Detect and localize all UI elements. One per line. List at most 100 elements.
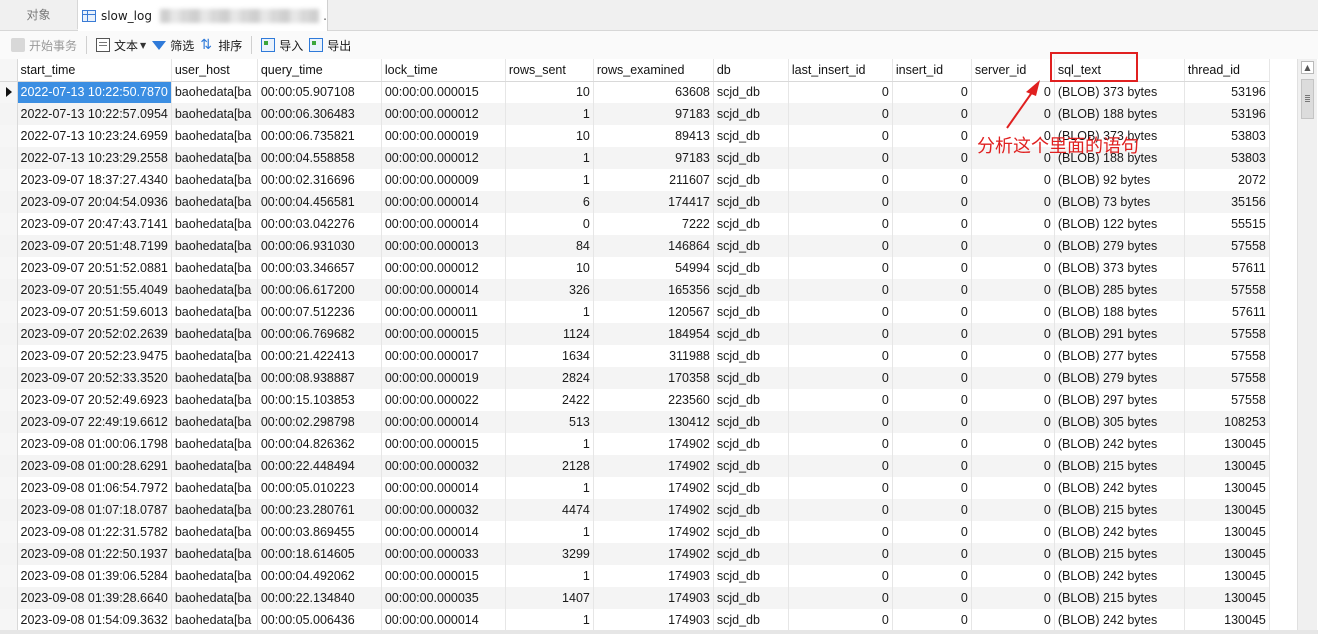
text-button[interactable]: 文本 ▼: [93, 34, 149, 56]
cell-insert-id[interactable]: 0: [892, 411, 972, 433]
row-indicator[interactable]: [0, 301, 18, 323]
table-row[interactable]: 2022-07-13 10:22:50.7870 baohedata[ba 00:0…: [0, 81, 1270, 103]
table-row[interactable]: 2023-09-08 01:00:28.6291 baohedata[ba 00:0…: [0, 455, 1270, 477]
cell-query-time[interactable]: 00:00:04.826362: [257, 433, 382, 455]
cell-lock-time[interactable]: 00:00:00.000012: [381, 257, 506, 279]
table-row[interactable]: 2023-09-07 20:51:55.4049 baohedata[ba 00:0…: [0, 279, 1270, 301]
cell-start-time[interactable]: 2023-09-08 01:06:54.7972: [17, 477, 172, 499]
cell-lock-time[interactable]: 00:00:00.000013: [381, 235, 506, 257]
cell-lock-time[interactable]: 00:00:00.000035: [381, 587, 506, 609]
cell-server-id[interactable]: 0: [971, 301, 1055, 323]
cell-insert-id[interactable]: 0: [892, 565, 972, 587]
cell-lock-time[interactable]: 00:00:00.000012: [381, 103, 506, 125]
cell-server-id[interactable]: 0: [971, 389, 1055, 411]
table-row[interactable]: 2023-09-07 20:47:43.7141 baohedata[ba 00:0…: [0, 213, 1270, 235]
cell-rows-examined[interactable]: 223560: [593, 389, 714, 411]
cell-lock-time[interactable]: 00:00:00.000012: [381, 147, 506, 169]
sort-button[interactable]: ⇅ 排序: [197, 34, 245, 56]
cell-rows-sent[interactable]: 1: [505, 565, 594, 587]
cell-lock-time[interactable]: 00:00:00.000011: [381, 301, 506, 323]
cell-thread-id[interactable]: 57558: [1184, 279, 1270, 301]
cell-last-insert-id[interactable]: 0: [788, 213, 893, 235]
cell-rows-examined[interactable]: 211607: [593, 169, 714, 191]
cell-last-insert-id[interactable]: 0: [788, 455, 893, 477]
cell-last-insert-id[interactable]: 0: [788, 169, 893, 191]
cell-lock-time[interactable]: 00:00:00.000032: [381, 499, 506, 521]
row-indicator[interactable]: [0, 235, 18, 257]
begin-transaction-button[interactable]: 开始事务: [8, 34, 80, 56]
cell-thread-id[interactable]: 35156: [1184, 191, 1270, 213]
column-header-db[interactable]: db: [713, 59, 789, 82]
cell-thread-id[interactable]: 57611: [1184, 301, 1270, 323]
cell-rows-examined[interactable]: 184954: [593, 323, 714, 345]
cell-insert-id[interactable]: 0: [892, 389, 972, 411]
cell-user-host[interactable]: baohedata[ba: [171, 81, 258, 103]
row-indicator[interactable]: [0, 587, 18, 609]
cell-last-insert-id[interactable]: 0: [788, 125, 893, 147]
cell-db[interactable]: scjd_db: [713, 455, 789, 477]
cell-sql-text[interactable]: (BLOB) 92 bytes: [1054, 169, 1185, 191]
cell-start-time[interactable]: 2023-09-08 01:07:18.0787: [17, 499, 172, 521]
cell-query-time[interactable]: 00:00:04.492062: [257, 565, 382, 587]
cell-rows-sent[interactable]: 1407: [505, 587, 594, 609]
cell-start-time[interactable]: 2023-09-07 20:04:54.0936: [17, 191, 172, 213]
cell-start-time[interactable]: 2023-09-08 01:22:31.5782: [17, 521, 172, 543]
cell-rows-sent[interactable]: 1: [505, 147, 594, 169]
cell-rows-examined[interactable]: 174902: [593, 521, 714, 543]
row-indicator[interactable]: [0, 499, 18, 521]
table-row[interactable]: 2023-09-07 20:51:59.6013 baohedata[ba 00:0…: [0, 301, 1270, 323]
cell-last-insert-id[interactable]: 0: [788, 147, 893, 169]
cell-query-time[interactable]: 00:00:02.316696: [257, 169, 382, 191]
scrollbar-thumb[interactable]: [1301, 79, 1314, 119]
cell-lock-time[interactable]: 00:00:00.000014: [381, 191, 506, 213]
cell-start-time[interactable]: 2023-09-07 20:52:33.3520: [17, 367, 172, 389]
cell-user-host[interactable]: baohedata[ba: [171, 477, 258, 499]
cell-db[interactable]: scjd_db: [713, 389, 789, 411]
table-row[interactable]: 2023-09-08 01:06:54.7972 baohedata[ba 00:0…: [0, 477, 1270, 499]
cell-sql-text[interactable]: (BLOB) 242 bytes: [1054, 521, 1185, 543]
table-row[interactable]: 2023-09-07 20:52:33.3520 baohedata[ba 00:0…: [0, 367, 1270, 389]
table-row[interactable]: 2022-07-13 10:22:57.0954 baohedata[ba 00:0…: [0, 103, 1270, 125]
cell-rows-examined[interactable]: 165356: [593, 279, 714, 301]
cell-rows-examined[interactable]: 170358: [593, 367, 714, 389]
cell-rows-examined[interactable]: 174902: [593, 477, 714, 499]
cell-db[interactable]: scjd_db: [713, 609, 789, 631]
cell-lock-time[interactable]: 00:00:00.000022: [381, 389, 506, 411]
cell-last-insert-id[interactable]: 0: [788, 257, 893, 279]
cell-rows-sent[interactable]: 10: [505, 81, 594, 103]
cell-last-insert-id[interactable]: 0: [788, 609, 893, 631]
cell-thread-id[interactable]: 130045: [1184, 543, 1270, 565]
cell-rows-sent[interactable]: 0: [505, 213, 594, 235]
cell-insert-id[interactable]: 0: [892, 147, 972, 169]
table-row[interactable]: 2023-09-07 20:52:49.6923 baohedata[ba 00:0…: [0, 389, 1270, 411]
cell-query-time[interactable]: 00:00:18.614605: [257, 543, 382, 565]
cell-thread-id[interactable]: 55515: [1184, 213, 1270, 235]
cell-sql-text[interactable]: (BLOB) 242 bytes: [1054, 609, 1185, 631]
cell-db[interactable]: scjd_db: [713, 411, 789, 433]
cell-query-time[interactable]: 00:00:05.010223: [257, 477, 382, 499]
cell-lock-time[interactable]: 00:00:00.000032: [381, 455, 506, 477]
column-header-last-insert-id[interactable]: last_insert_id: [788, 59, 893, 82]
cell-user-host[interactable]: baohedata[ba: [171, 587, 258, 609]
cell-sql-text[interactable]: (BLOB) 188 bytes: [1054, 103, 1185, 125]
cell-db[interactable]: scjd_db: [713, 477, 789, 499]
cell-db[interactable]: scjd_db: [713, 191, 789, 213]
cell-server-id[interactable]: 0: [971, 323, 1055, 345]
cell-server-id[interactable]: 0: [971, 521, 1055, 543]
cell-user-host[interactable]: baohedata[ba: [171, 301, 258, 323]
cell-query-time[interactable]: 00:00:06.931030: [257, 235, 382, 257]
cell-rows-sent[interactable]: 1: [505, 169, 594, 191]
cell-sql-text[interactable]: (BLOB) 122 bytes: [1054, 213, 1185, 235]
cell-server-id[interactable]: 0: [971, 477, 1055, 499]
cell-server-id[interactable]: 0: [971, 499, 1055, 521]
cell-last-insert-id[interactable]: 0: [788, 587, 893, 609]
cell-rows-examined[interactable]: 174902: [593, 543, 714, 565]
cell-db[interactable]: scjd_db: [713, 235, 789, 257]
cell-query-time[interactable]: 00:00:06.617200: [257, 279, 382, 301]
column-header-rows-examined[interactable]: rows_examined: [593, 59, 714, 82]
cell-query-time[interactable]: 00:00:07.512236: [257, 301, 382, 323]
cell-query-time[interactable]: 00:00:08.938887: [257, 367, 382, 389]
row-indicator[interactable]: [0, 455, 18, 477]
cell-user-host[interactable]: baohedata[ba: [171, 367, 258, 389]
cell-start-time[interactable]: 2023-09-07 18:37:27.4340: [17, 169, 172, 191]
